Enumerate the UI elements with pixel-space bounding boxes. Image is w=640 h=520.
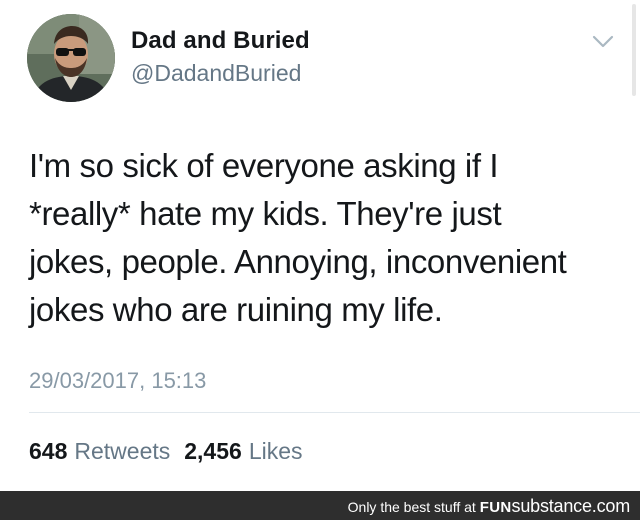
likes-count: 2,456: [184, 438, 242, 464]
watermark-brand-bold: FUN: [479, 499, 512, 516]
tweet-timestamp[interactable]: 29/03/2017, 15:13: [29, 368, 206, 394]
retweets-count: 648: [29, 438, 68, 464]
chevron-down-icon[interactable]: [592, 34, 614, 50]
watermark-text: Only the best stuff at FUN substance.com: [347, 496, 631, 517]
watermark-brand-rest: substance.com: [511, 496, 631, 516]
user-handle[interactable]: @DadandBuried: [131, 60, 301, 87]
likes-stat[interactable]: 2,456 Likes: [184, 438, 302, 465]
avatar[interactable]: [27, 14, 115, 102]
tweet-text: I'm so sick of everyone asking if I *rea…: [29, 147, 567, 328]
retweets-stat[interactable]: 648 Retweets: [29, 438, 170, 465]
tweet-stats: 648 Retweets 2,456 Likes: [29, 438, 303, 465]
divider: [29, 412, 640, 413]
watermark-tagline: Only the best stuff at: [347, 499, 476, 515]
likes-label: Likes: [248, 438, 303, 464]
avatar-photo: [27, 14, 115, 102]
scrollbar[interactable]: [632, 4, 636, 96]
watermark-bar: Only the best stuff at FUN substance.com: [0, 491, 640, 520]
display-name[interactable]: Dad and Buried: [131, 27, 310, 55]
tweet-card: Dad and Buried @DadandBuried I'm so sick…: [0, 0, 640, 490]
retweets-label: Retweets: [74, 438, 171, 464]
